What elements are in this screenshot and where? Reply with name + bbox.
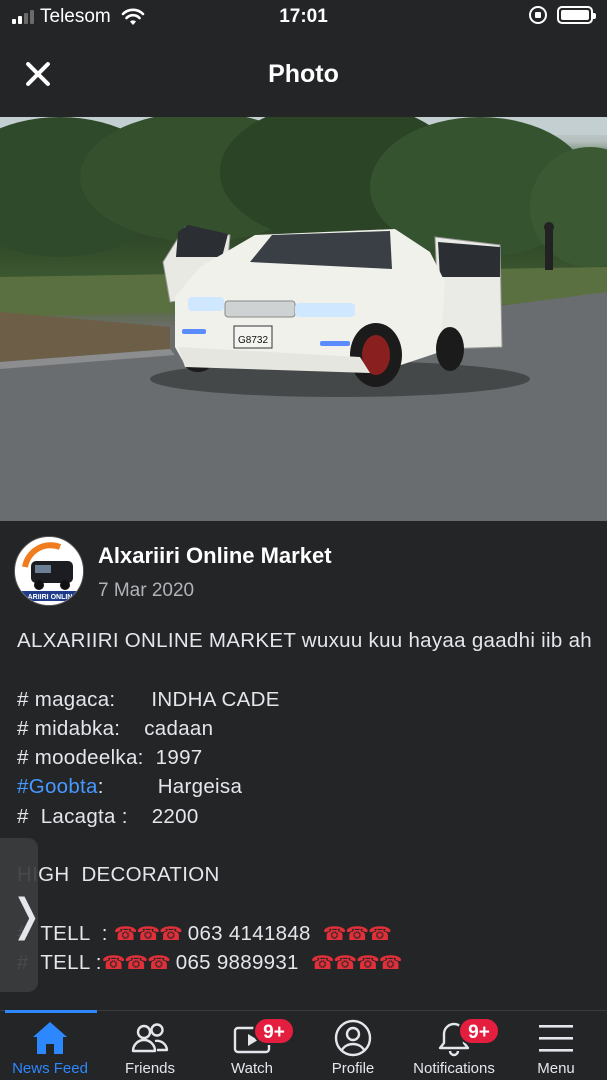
page-name[interactable]: Alxariiri Online Market [98, 543, 332, 569]
post-line-magaca: # magaca: INDHA CADE [17, 687, 280, 711]
tell-1-number[interactable]: 063 4141848 [188, 922, 311, 945]
telephone-icon: ☎☎☎ [113, 923, 183, 945]
tab-profile[interactable]: Profile [303, 1011, 403, 1080]
telephone-icon: ☎☎☎ [322, 923, 392, 945]
post-body: ALXARIIRI ONLINE MARKET wuxuu kuu hayaa … [17, 626, 592, 978]
home-icon [33, 1022, 67, 1054]
page-title: Photo [268, 60, 339, 88]
page-avatar[interactable]: ARIIRI ONLIN [14, 536, 84, 606]
post-line-decoration: HIGH DECORATION [17, 863, 220, 887]
post: ARIIRI ONLIN Alxariiri Online Market 7 M… [0, 521, 607, 1010]
post-line-lacagta: # Lacagta : 2200 [17, 804, 199, 828]
tab-news-feed[interactable]: News Feed [0, 1011, 100, 1080]
tab-label: Friends [124, 1060, 176, 1077]
hashtag-goobta[interactable]: #Goobta [17, 775, 98, 798]
telephone-icon: ☎☎☎☎ [310, 953, 403, 975]
status-bar: Telesom 17:01 [0, 0, 607, 34]
post-date[interactable]: 7 Mar 2020 [98, 580, 194, 602]
status-right [529, 6, 596, 24]
page-logo-icon: ARIIRI ONLIN [15, 537, 83, 605]
license-plate: G8732 [238, 335, 268, 346]
post-photo[interactable]: G8732 [0, 117, 607, 521]
post-line-goobta: #Goobta: Hargeisa [17, 772, 592, 801]
goobta-value: : Hargeisa [97, 775, 243, 799]
post-line-moodeelka: # moodeelka: 1997 [17, 746, 203, 770]
chevron-right-icon: ❭ [8, 890, 45, 941]
friends-icon [131, 1023, 169, 1053]
battery-icon [557, 6, 596, 24]
post-line-tell-1: # TELL : ☎☎☎ 063 4141848 ☎☎☎ [17, 919, 592, 948]
notifications-badge: 9+ [458, 1017, 500, 1045]
post-line-midabka: # midabka: cadaan [17, 716, 214, 740]
bottom-tab-bar: News Feed Friends 9+ Watch Profile 9+ No… [0, 1010, 607, 1080]
tell-2-number[interactable]: 065 9889931 [176, 951, 299, 974]
photo-header: Photo [0, 34, 607, 116]
post-intro: ALXARIIRI ONLINE MARKET wuxuu kuu hayaa … [17, 629, 592, 652]
watch-badge: 9+ [253, 1017, 295, 1045]
tab-friends[interactable]: Friends [100, 1011, 200, 1080]
side-drawer-handle[interactable]: ❭ [0, 838, 45, 992]
tab-label: Notifications [413, 1060, 495, 1077]
menu-icon [539, 1025, 573, 1052]
tab-label: News Feed [12, 1060, 88, 1077]
tab-label: Watch [231, 1060, 273, 1077]
post-line-tell-2: # TELL :☎☎☎ 065 9889931 ☎☎☎☎ [17, 948, 592, 977]
car-photo-illustration: G8732 [0, 117, 607, 521]
status-time: 17:01 [279, 6, 328, 27]
rotation-lock-icon [529, 6, 547, 24]
tab-menu[interactable]: Menu [506, 1011, 606, 1080]
tab-notifications[interactable]: 9+ Notifications [404, 1011, 504, 1080]
avatar-text: ARIIRI ONLIN [28, 594, 73, 601]
profile-icon [334, 1019, 372, 1057]
tab-label: Profile [331, 1060, 375, 1077]
telephone-icon: ☎☎☎ [101, 953, 171, 975]
tab-label: Menu [537, 1060, 575, 1077]
tab-watch[interactable]: 9+ Watch [202, 1011, 302, 1080]
